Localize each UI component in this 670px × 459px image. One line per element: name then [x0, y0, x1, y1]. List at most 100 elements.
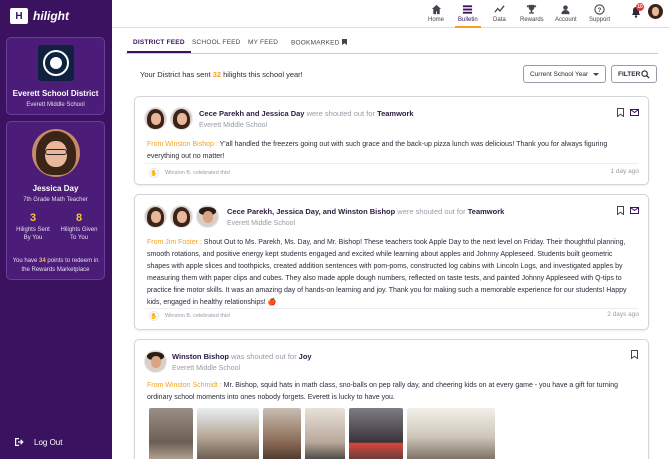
- district-summary: Your District has sent 32 hilights this …: [140, 70, 303, 79]
- post-photo[interactable]: [407, 408, 495, 459]
- bookmark-icon[interactable]: [631, 350, 638, 359]
- user-icon: [561, 5, 570, 15]
- svg-text:?: ?: [598, 7, 602, 14]
- avatar[interactable]: [170, 205, 193, 228]
- post-recipients[interactable]: Cece Parekh and Jessica Day: [199, 109, 304, 118]
- post-photo[interactable]: [149, 408, 193, 459]
- avatar[interactable]: [196, 205, 219, 228]
- chevron-down-icon: [593, 73, 599, 76]
- school-year-value: Current School Year: [530, 71, 589, 78]
- app-logo[interactable]: H hilight: [10, 8, 69, 24]
- nav-home[interactable]: Home: [428, 4, 444, 23]
- hilights-sent-count: 3: [29, 212, 37, 224]
- hilights-sent-label-1: Hilights Sent: [16, 227, 50, 233]
- avatar[interactable]: [144, 107, 167, 130]
- post-timestamp: 2 days ago: [607, 311, 639, 318]
- post-photo[interactable]: [305, 408, 345, 459]
- post-header: Cece Parekh, Jessica Day, and Winston Bi…: [227, 207, 504, 216]
- top-nav: Home Bulletin Data Rewards Account ? Sup…: [112, 0, 670, 28]
- bookmark-icon: [341, 39, 347, 45]
- user-role: 7th Grade Math Teacher: [23, 197, 88, 203]
- hilights-given-label-2: To You: [69, 235, 89, 241]
- hilights-given-count: 8: [75, 212, 83, 224]
- avatar[interactable]: [144, 350, 167, 373]
- bookmark-icon[interactable]: [617, 108, 624, 117]
- filter-button[interactable]: FILTER: [611, 65, 657, 83]
- bulletin-icon: [463, 5, 473, 14]
- points-summary: You have 34 points to redeem in the Rewa…: [11, 257, 100, 275]
- district-name: Everett School District: [12, 89, 99, 98]
- celebration-row: ✋ Winston B. celebrated this!: [149, 168, 230, 178]
- post-photo[interactable]: [197, 408, 259, 459]
- nav-data-label: Data: [493, 17, 506, 23]
- nav-data[interactable]: Data: [493, 4, 506, 23]
- user-avatar[interactable]: [32, 129, 80, 177]
- tab-bookmarked[interactable]: BOOKMARKED: [291, 39, 347, 47]
- school-year-select[interactable]: Current School Year: [523, 65, 606, 83]
- nav-bulletin-label: Bulletin: [458, 17, 478, 23]
- mail-icon[interactable]: [630, 109, 639, 116]
- post-school: Everett Middle School: [227, 220, 296, 227]
- app-name: hilight: [33, 9, 69, 23]
- user-name: Jessica Day: [32, 184, 79, 193]
- feed-post: Winston Bishop was shouted out for Joy E…: [134, 339, 649, 459]
- logout-label: Log Out: [34, 437, 63, 447]
- post-avatars: [144, 350, 167, 373]
- hilights-given-label-1: Hilights Given: [60, 227, 98, 233]
- post-recipients[interactable]: Cece Parekh, Jessica Day, and Winston Bi…: [227, 207, 395, 216]
- points-value: 34: [39, 258, 46, 264]
- avatar[interactable]: [144, 205, 167, 228]
- celebrated-text: Winston B. celebrated this!: [165, 313, 231, 319]
- notification-badge: 10: [636, 3, 644, 11]
- filter-label: FILTER: [618, 71, 641, 78]
- profile-avatar[interactable]: [648, 4, 663, 19]
- avatar[interactable]: [170, 107, 193, 130]
- tab-my-feed[interactable]: MY FEED: [248, 39, 278, 46]
- post-school: Everett Middle School: [199, 122, 268, 129]
- post-message: From Jim Foster : Shout Out to Ms. Parek…: [147, 237, 636, 309]
- post-header: Cece Parekh and Jessica Day were shouted…: [199, 109, 414, 118]
- post-value-tag: Teamwork: [377, 109, 414, 118]
- post-timestamp: 1 day ago: [610, 168, 639, 175]
- post-recipients[interactable]: Winston Bishop: [172, 352, 229, 361]
- post-author: From Jim Foster :: [147, 239, 202, 246]
- nav-account-label: Account: [555, 17, 577, 23]
- post-divider: [145, 308, 638, 309]
- post-avatars: [144, 107, 193, 130]
- celebration-row: ✋ Winston B. celebrated this!: [149, 311, 230, 321]
- nav-bulletin[interactable]: Bulletin: [455, 4, 481, 28]
- post-header: Winston Bishop was shouted out for Joy: [172, 352, 312, 361]
- logout-button[interactable]: Log Out: [14, 437, 62, 447]
- user-card: Jessica Day 7th Grade Math Teacher 3 Hil…: [6, 121, 105, 280]
- bookmark-icon[interactable]: [617, 206, 624, 215]
- nav-rewards[interactable]: Rewards: [520, 4, 544, 23]
- post-photo[interactable]: [349, 408, 403, 459]
- nav-home-label: Home: [428, 17, 445, 23]
- post-value-tag: Teamwork: [467, 207, 505, 216]
- nav-rewards-label: Rewards: [520, 17, 544, 23]
- district-seal-icon: [38, 45, 74, 81]
- celebrate-icon[interactable]: ✋: [149, 311, 159, 321]
- tab-school-feed[interactable]: SCHOOL FEED: [192, 39, 241, 46]
- mail-icon[interactable]: [630, 207, 639, 214]
- nav-account[interactable]: Account: [555, 4, 577, 23]
- celebrate-icon[interactable]: ✋: [149, 168, 159, 178]
- nav-support[interactable]: ? Support: [589, 4, 610, 23]
- hilights-sent-label-2: By You: [23, 235, 43, 241]
- tab-district-feed[interactable]: DISTRICT FEED: [127, 39, 191, 53]
- post-verb: were shouted out for: [306, 109, 375, 118]
- logo-badge: H: [10, 8, 28, 24]
- help-icon: ?: [594, 4, 605, 15]
- district-school: Everett Middle School: [26, 102, 85, 108]
- feed-post: Cece Parekh, Jessica Day, and Winston Bi…: [134, 194, 649, 330]
- district-card: Everett School District Everett Middle S…: [6, 37, 105, 115]
- post-author: From Winston Schmidt :: [147, 382, 222, 389]
- post-value-tag: Joy: [298, 352, 312, 361]
- post-photo[interactable]: [263, 408, 301, 459]
- hilights-sent-stat: 3 Hilights Sent By You: [11, 212, 55, 242]
- search-icon: [641, 70, 650, 79]
- hilights-given-stat: 8 Hilights Given To You: [57, 212, 101, 242]
- home-icon: [431, 4, 441, 15]
- post-photos: [149, 408, 495, 459]
- tab-bookmarked-label: BOOKMARKED: [291, 39, 340, 47]
